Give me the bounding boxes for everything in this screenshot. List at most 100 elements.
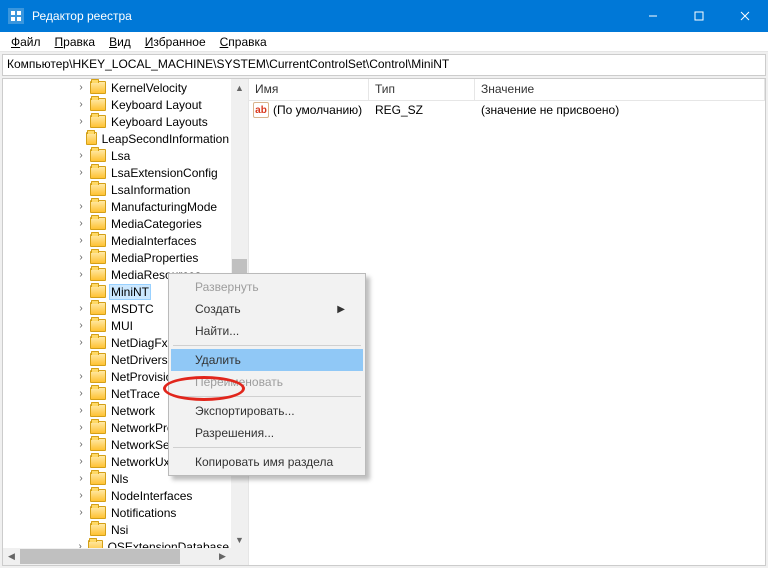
tree-item[interactable]: ›Notifications (3, 504, 231, 521)
expand-chevron-icon[interactable]: › (75, 167, 87, 178)
tree-item-label: Lsa (109, 149, 132, 163)
tree-item[interactable]: LeapSecondInformation (3, 130, 231, 147)
app-icon (8, 8, 24, 24)
menu-favorites[interactable]: Избранное (138, 35, 213, 49)
context-new-label: Создать (195, 302, 241, 316)
scroll-down-icon[interactable]: ▼ (231, 531, 248, 548)
tree-item[interactable]: › Lsa (3, 147, 231, 164)
tree-item[interactable]: › OSExtensionDatabase (3, 538, 231, 548)
context-delete[interactable]: Удалить (171, 349, 363, 371)
expand-chevron-icon[interactable]: › (75, 218, 87, 229)
tree-item[interactable]: ›NodeInterfaces (3, 487, 231, 504)
expand-chevron-icon[interactable]: › (75, 473, 87, 484)
tree-item-label: ManufacturingMode (109, 200, 219, 214)
expand-chevron-icon[interactable]: › (75, 201, 87, 212)
expand-chevron-icon[interactable]: › (75, 439, 87, 450)
address-bar[interactable]: Компьютер\HKEY_LOCAL_MACHINE\SYSTEM\Curr… (2, 54, 766, 76)
expand-chevron-icon[interactable]: › (75, 303, 87, 314)
folder-icon (86, 132, 97, 145)
close-button[interactable] (722, 0, 768, 32)
folder-icon (90, 404, 106, 417)
tree-item[interactable]: ›LsaExtensionConfig (3, 164, 231, 181)
maximize-button[interactable] (676, 0, 722, 32)
tree-item[interactable]: ›MediaInterfaces (3, 232, 231, 249)
expand-chevron-icon[interactable]: › (75, 405, 87, 416)
folder-icon (90, 336, 106, 349)
tree-item[interactable]: ›MediaProperties (3, 249, 231, 266)
folder-icon (90, 115, 106, 128)
menu-view[interactable]: Вид (102, 35, 138, 49)
context-copy-key-name[interactable]: Копировать имя раздела (171, 451, 363, 473)
expand-chevron-icon[interactable]: › (75, 456, 87, 467)
folder-icon (90, 183, 106, 196)
column-type[interactable]: Тип (369, 79, 475, 101)
folder-icon (90, 217, 106, 230)
folder-icon (90, 438, 106, 451)
window-title: Редактор реестра (32, 9, 630, 23)
menu-help[interactable]: Справка (213, 35, 274, 49)
tree-item[interactable]: Nsi (3, 521, 231, 538)
context-export[interactable]: Экспортировать... (171, 400, 363, 422)
folder-icon (90, 319, 106, 332)
context-new[interactable]: Создать ▶ (171, 298, 363, 320)
scroll-left-icon[interactable]: ◀ (3, 548, 20, 565)
folder-icon (90, 387, 106, 400)
expand-chevron-icon[interactable]: › (75, 371, 87, 382)
tree-item[interactable]: › ManufacturingMode (3, 198, 231, 215)
context-permissions[interactable]: Разрешения... (171, 422, 363, 444)
expand-chevron-icon[interactable]: › (75, 82, 87, 93)
context-separator (173, 345, 361, 346)
context-find[interactable]: Найти... (171, 320, 363, 342)
tree-item-label: OSExtensionDatabase (106, 540, 231, 549)
folder-icon (90, 251, 106, 264)
column-name[interactable]: Имя (249, 79, 369, 101)
string-value-icon: ab (253, 102, 269, 118)
horizontal-scrollbar[interactable]: ◀ ▶ (3, 548, 231, 565)
tree-item-label: LeapSecondInformation (100, 132, 231, 146)
folder-icon (90, 234, 106, 247)
minimize-button[interactable] (630, 0, 676, 32)
folder-icon (90, 421, 106, 434)
expand-chevron-icon[interactable]: › (75, 252, 87, 263)
folder-icon (90, 81, 106, 94)
hscroll-thumb[interactable] (20, 549, 180, 564)
scroll-right-icon[interactable]: ▶ (214, 548, 231, 565)
workspace: ›KernelVelocity›Keyboard Layout›Keyboard… (2, 78, 766, 566)
expand-chevron-icon[interactable]: › (75, 235, 87, 246)
expand-chevron-icon[interactable]: › (75, 422, 87, 433)
tree-item-label: MUI (109, 319, 135, 333)
value-row[interactable]: ab (По умолчанию) REG_SZ (значение не пр… (249, 101, 765, 119)
menu-edit[interactable]: Правка (48, 35, 103, 49)
folder-icon (90, 166, 106, 179)
tree-item-label: NetDiagFx (109, 336, 170, 350)
expand-chevron-icon[interactable]: › (75, 320, 87, 331)
expand-chevron-icon[interactable]: › (75, 269, 87, 280)
tree-item[interactable]: › Keyboard Layouts (3, 113, 231, 130)
expand-chevron-icon[interactable]: › (75, 337, 87, 348)
title-bar: Редактор реестра (0, 0, 768, 32)
folder-icon (90, 506, 106, 519)
folder-icon (90, 489, 106, 502)
tree-item-label: Network (109, 404, 157, 418)
expand-chevron-icon[interactable]: › (75, 507, 87, 518)
folder-icon (90, 149, 106, 162)
tree-item-label: MiniNT (109, 284, 151, 300)
menu-file[interactable]: Файл (4, 35, 48, 49)
expand-chevron-icon[interactable]: › (75, 150, 87, 161)
tree-item[interactable]: LsaInformation (3, 181, 231, 198)
tree-item-label: LsaInformation (109, 183, 192, 197)
tree-item-label: Keyboard Layouts (109, 115, 210, 129)
expand-chevron-icon[interactable]: › (75, 99, 87, 110)
tree-item-label: KernelVelocity (109, 81, 189, 95)
expand-chevron-icon[interactable]: › (75, 541, 85, 548)
expand-chevron-icon[interactable]: › (75, 116, 87, 127)
expand-chevron-icon[interactable]: › (75, 388, 87, 399)
column-value[interactable]: Значение (475, 79, 765, 101)
tree-item[interactable]: ›MediaCategories (3, 215, 231, 232)
tree-item[interactable]: › KernelVelocity (3, 79, 231, 96)
scroll-up-icon[interactable]: ▲ (231, 79, 248, 96)
expand-chevron-icon[interactable]: › (75, 490, 87, 501)
tree-item[interactable]: ›Keyboard Layout (3, 96, 231, 113)
tree-item-label: Nsi (109, 523, 130, 537)
value-data: (значение не присвоено) (475, 103, 765, 117)
